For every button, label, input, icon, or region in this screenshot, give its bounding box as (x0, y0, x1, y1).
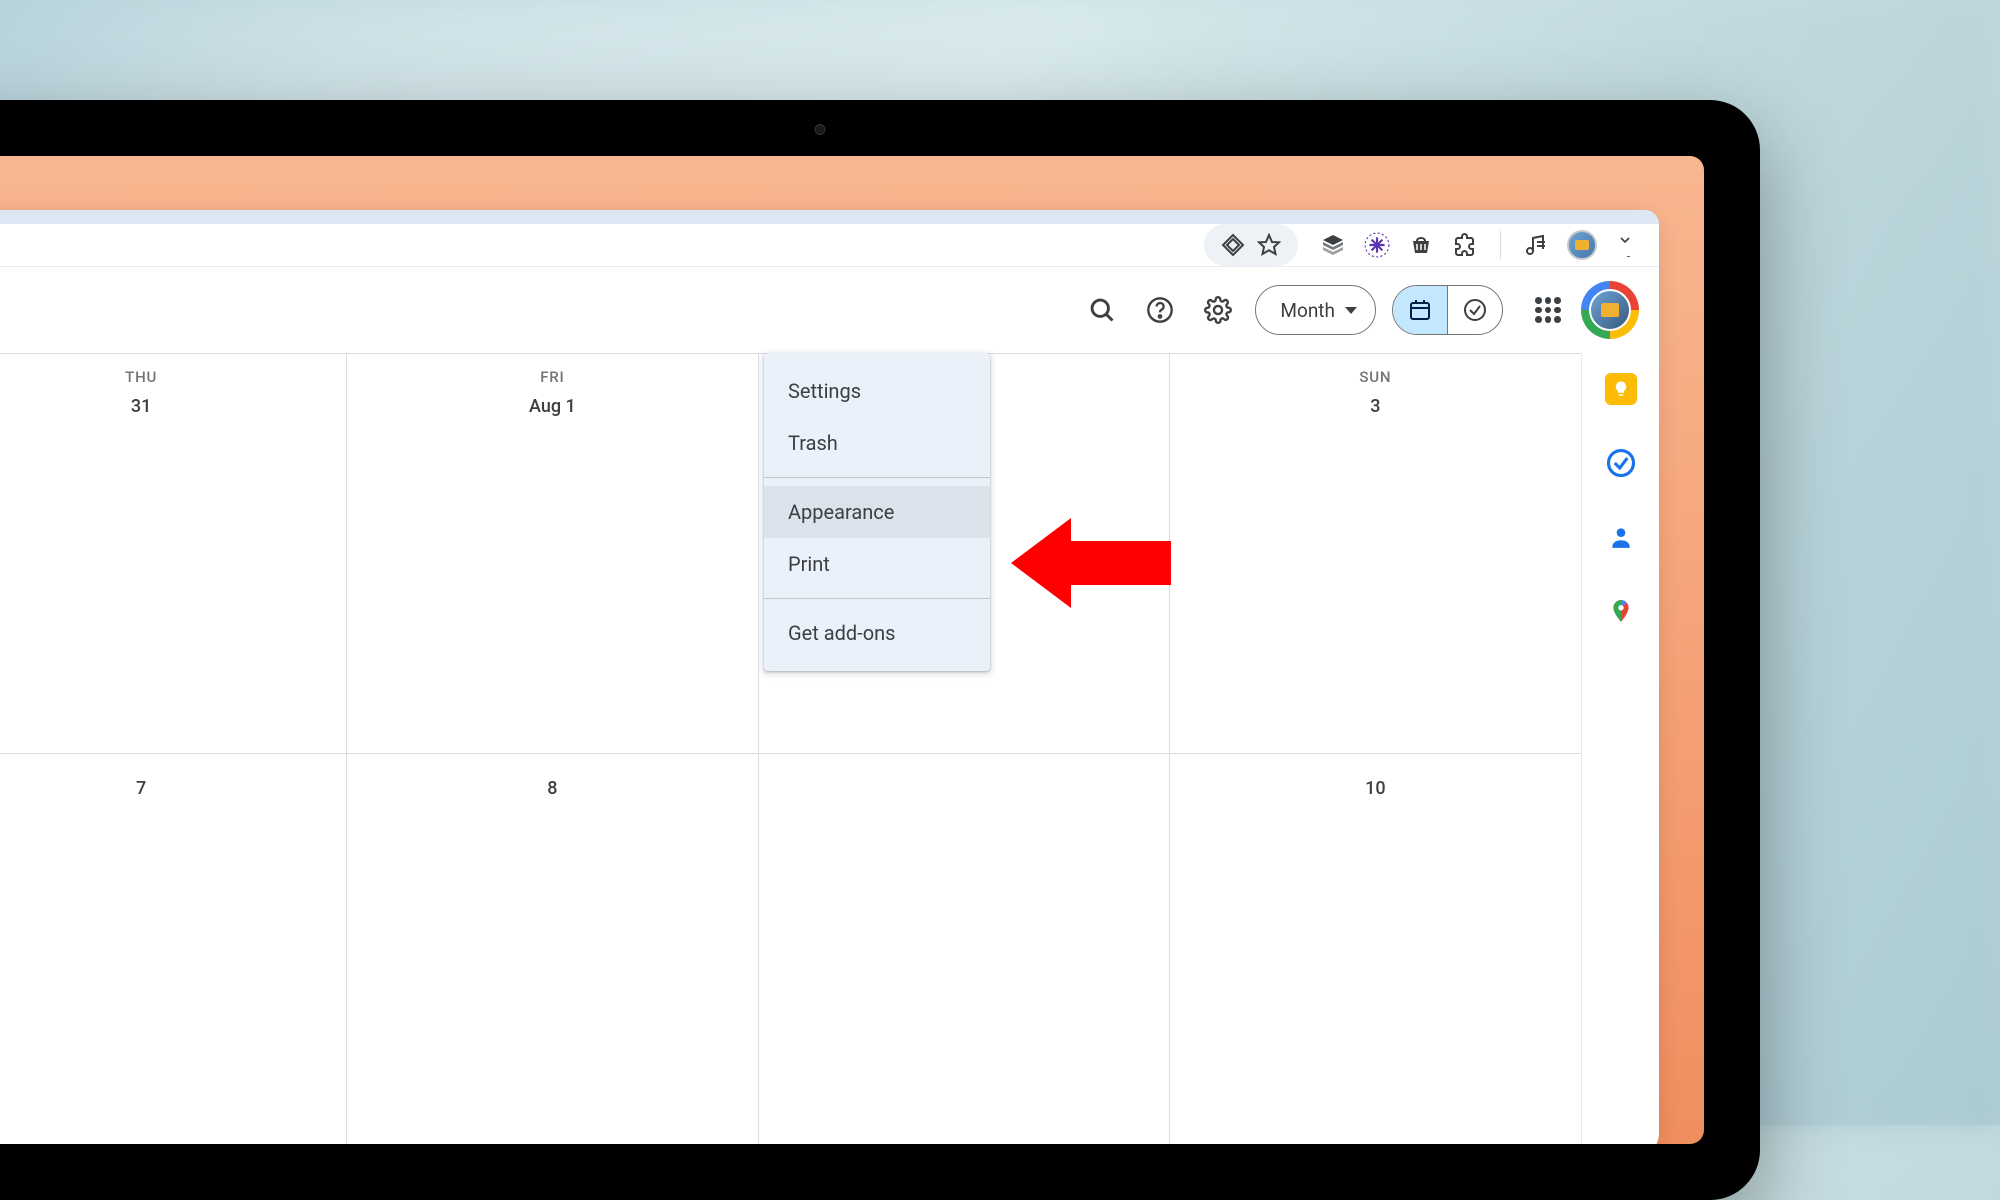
google-apps-button[interactable] (1527, 289, 1569, 331)
omnibox-actions[interactable] (1204, 224, 1298, 266)
extension-asterisk-icon[interactable] (1364, 232, 1390, 258)
day-of-week: SUN (1178, 368, 1573, 386)
apps-grid-icon (1535, 297, 1561, 323)
day-date: Aug 1 (355, 396, 749, 417)
calendar-app: Month (0, 267, 1659, 1144)
site-info-icon[interactable] (1220, 232, 1246, 258)
extension-basket-icon[interactable] (1408, 232, 1434, 258)
search-button[interactable] (1081, 289, 1123, 331)
laptop-frame: Month (0, 100, 1760, 1200)
browser-toolbar (0, 224, 1659, 267)
day-cell[interactable]: SUN 3 (1170, 354, 1581, 754)
day-date: 8 (355, 778, 749, 799)
account-avatar[interactable] (1585, 285, 1635, 335)
day-cell[interactable]: 7 (0, 754, 347, 1144)
browser-tab-strip (0, 210, 1659, 224)
day-date: 10 (1178, 778, 1573, 799)
menu-item-print[interactable]: Print (764, 538, 990, 590)
day-of-week: THU (0, 368, 338, 386)
day-cell[interactable]: 8 (347, 754, 758, 1144)
toolbar-separator (1500, 231, 1501, 259)
day-cell[interactable]: FRI Aug 1 (347, 354, 758, 754)
tasks-mode-button[interactable] (1448, 286, 1502, 334)
extensions-puzzle-icon[interactable] (1452, 232, 1478, 258)
annotation-arrow (1011, 503, 1181, 623)
maps-icon[interactable] (1605, 595, 1637, 627)
keep-icon[interactable] (1605, 373, 1637, 405)
contacts-icon[interactable] (1605, 521, 1637, 553)
dropdown-triangle-icon (1345, 307, 1357, 314)
media-control-icon[interactable] (1523, 232, 1549, 258)
menu-item-trash[interactable]: Trash (764, 417, 990, 469)
check-circle-icon (1463, 298, 1487, 322)
settings-button[interactable] (1197, 289, 1239, 331)
extension-layers-icon[interactable] (1320, 232, 1346, 258)
day-of-week: FRI (355, 368, 749, 386)
calendar-mode-button[interactable] (1393, 286, 1447, 334)
day-cell[interactable] (759, 754, 1170, 1144)
gear-icon (1204, 296, 1232, 324)
day-date: 3 (1178, 396, 1573, 417)
menu-separator (764, 598, 990, 599)
desktop-wallpaper: Month (0, 156, 1704, 1144)
help-icon (1146, 296, 1174, 324)
avatar-image (1589, 289, 1631, 331)
browser-window: Month (0, 210, 1659, 1144)
tab-search-button[interactable] (1607, 224, 1643, 256)
calendar-header: Month (0, 267, 1659, 353)
menu-item-settings[interactable]: Settings (764, 365, 990, 417)
laptop-camera (815, 124, 826, 135)
day-date: 7 (0, 778, 338, 799)
menu-item-appearance[interactable]: Appearance (764, 486, 990, 538)
chevron-down-icon (1617, 232, 1633, 248)
calendar-icon (1408, 298, 1432, 322)
view-switcher[interactable]: Month (1255, 285, 1376, 335)
extensions-row (1320, 230, 1641, 260)
calendar-main: THU 31 FRI Aug 1 (0, 353, 1581, 1144)
search-icon (1088, 296, 1116, 324)
menu-separator (764, 477, 990, 478)
mode-segmented-control (1392, 285, 1503, 335)
day-cell[interactable]: THU 31 (0, 354, 347, 754)
browser-profile-avatar[interactable] (1567, 230, 1597, 260)
settings-dropdown-menu: Settings Trash Appearance Print Get add-… (764, 353, 990, 671)
day-cell[interactable]: 10 (1170, 754, 1581, 1144)
menu-item-addons[interactable]: Get add-ons (764, 607, 990, 659)
day-date: 31 (0, 396, 338, 417)
calendar-body: THU 31 FRI Aug 1 (0, 353, 1659, 1144)
tasks-icon[interactable] (1605, 447, 1637, 479)
help-button[interactable] (1139, 289, 1181, 331)
side-panel (1581, 353, 1659, 1144)
view-switcher-label: Month (1280, 299, 1335, 322)
bookmark-star-icon[interactable] (1256, 232, 1282, 258)
